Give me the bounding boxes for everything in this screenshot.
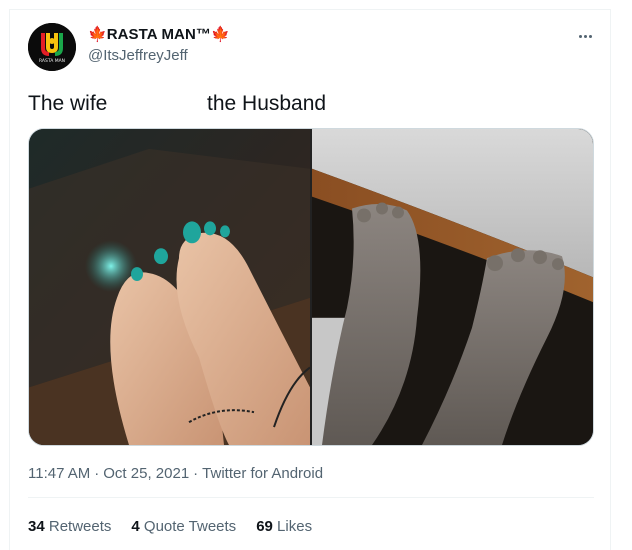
separator-dot: · xyxy=(193,465,199,482)
author-handle[interactable]: @ItsJeffreyJeff xyxy=(88,47,188,65)
photo-husband[interactable] xyxy=(312,129,593,445)
tweet-media xyxy=(28,128,594,446)
tweet-text-left: The wife xyxy=(28,92,108,115)
divider xyxy=(28,497,594,498)
tweet-source[interactable]: Twitter for Android xyxy=(202,465,323,483)
rasta-logo-icon: RASTA MAN xyxy=(28,23,76,71)
maple-leaf-icon: 🍁 xyxy=(88,26,107,43)
wife-photo-image xyxy=(29,129,310,445)
quote-tweets-label: Quote Tweets xyxy=(143,518,237,535)
maple-leaf-icon: 🍁 xyxy=(211,26,230,43)
likes-count: 69 xyxy=(256,518,273,535)
tweet-text-right: the Husband xyxy=(207,92,327,115)
tweet-meta: 11:47 AM · Oct 25, 2021 · Twitter for An… xyxy=(28,465,323,483)
photo-wife[interactable] xyxy=(29,129,310,445)
tweet-time[interactable]: 11:47 AM xyxy=(28,465,90,483)
author-display-name[interactable]: RASTA MAN™ xyxy=(107,26,211,44)
retweets-count: 34 xyxy=(28,518,45,535)
avatar[interactable]: RASTA MAN xyxy=(28,23,76,71)
separator-dot: · xyxy=(94,465,100,482)
retweets-label: Retweets xyxy=(48,518,112,535)
dot xyxy=(583,34,587,38)
likes-label: Likes xyxy=(277,518,313,535)
more-options-icon[interactable] xyxy=(575,28,595,44)
dot xyxy=(588,34,592,38)
tweet-card: RASTA MAN 🍁 RASTA MAN™ 🍁 @ItsJeffreyJeff… xyxy=(9,9,611,550)
svg-text:RASTA MAN: RASTA MAN xyxy=(39,58,65,64)
dot xyxy=(578,34,582,38)
quote-tweets-count: 4 xyxy=(131,518,140,535)
husband-photo-image xyxy=(312,129,593,445)
tweet-date[interactable]: Oct 25, 2021 xyxy=(103,465,189,483)
tweet-stats: 34 Retweets 4 Quote Tweets 69 Likes xyxy=(28,518,312,536)
likes-stat[interactable]: 69 Likes xyxy=(256,518,312,536)
quote-tweets-stat[interactable]: 4 Quote Tweets xyxy=(131,518,236,536)
retweets-stat[interactable]: 34 Retweets xyxy=(28,518,111,536)
author-name-row[interactable]: 🍁 RASTA MAN™ 🍁 xyxy=(88,26,230,44)
